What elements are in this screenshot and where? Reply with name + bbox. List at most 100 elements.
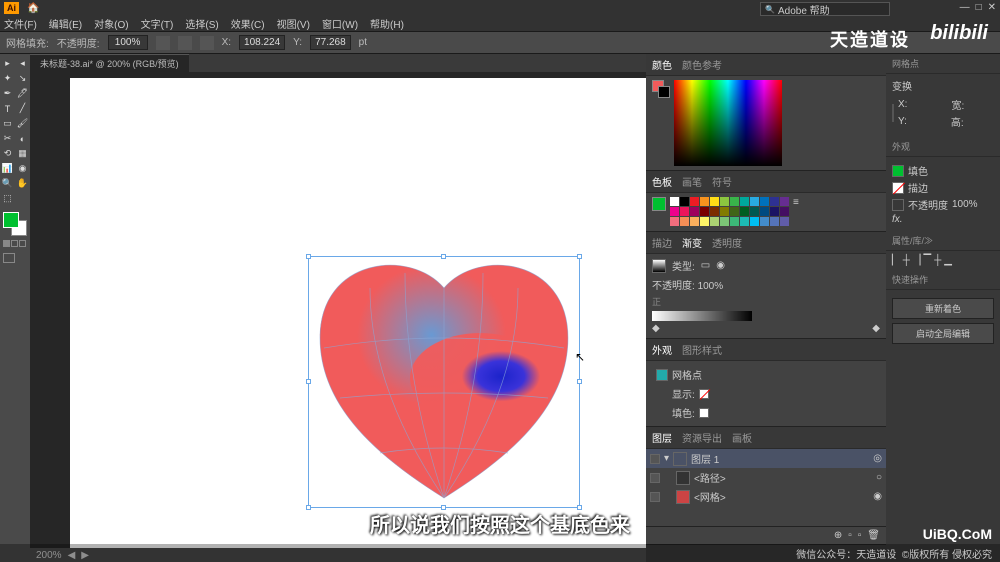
swatch[interactable] (720, 207, 729, 216)
align-icon-3[interactable] (200, 36, 214, 50)
target-icon[interactable]: ○ (876, 472, 882, 483)
fill-swatch[interactable] (3, 212, 19, 228)
selection-tool[interactable]: ▸ (0, 56, 15, 71)
swatch[interactable] (700, 207, 709, 216)
tab-color[interactable]: 颜色 (652, 57, 672, 72)
document-tab[interactable]: 未标题-38.ai* @ 200% (RGB/预览) (30, 54, 189, 72)
swatch[interactable] (680, 197, 689, 206)
align-hcenter-icon[interactable]: ┼ (903, 255, 910, 266)
swatch[interactable] (780, 217, 789, 226)
gradient-tool[interactable]: ◉ (15, 161, 30, 176)
tab-asset-export[interactable]: 资源导出 (682, 430, 722, 445)
rotate-tool[interactable]: ◐ (15, 131, 30, 146)
swatch[interactable] (690, 217, 699, 226)
appear-stroke-swatch[interactable] (699, 408, 709, 418)
tab-swatches[interactable]: 色板 (652, 174, 672, 189)
object-name[interactable]: <路径> (694, 470, 726, 485)
swatch[interactable] (780, 197, 789, 206)
prop-opacity-input[interactable]: 100% (952, 199, 978, 210)
menu-effect[interactable]: 效果(C) (231, 16, 265, 31)
align-vcenter-icon[interactable]: ┼ (934, 255, 941, 266)
close-button[interactable]: ✕ (988, 2, 996, 13)
swatch[interactable] (750, 207, 759, 216)
selection-bounding-box[interactable] (308, 256, 580, 508)
reference-point[interactable] (892, 104, 894, 122)
handle-ml[interactable] (306, 379, 311, 384)
align-icon[interactable] (156, 36, 170, 50)
color-mode-gradient[interactable] (11, 240, 18, 247)
scale-tool[interactable]: ⟲ (0, 146, 15, 161)
maximize-button[interactable]: □ (976, 2, 982, 13)
align-top-icon[interactable]: ▔ (924, 255, 932, 266)
radial-gradient-icon[interactable]: ◉ (716, 260, 725, 271)
swatch[interactable] (690, 197, 699, 206)
swatch[interactable] (720, 197, 729, 206)
tab-transparency[interactable]: 透明度 (712, 235, 742, 250)
tab-appearance[interactable]: 外观 (652, 342, 672, 357)
visibility-toggle[interactable] (650, 492, 660, 502)
swatch[interactable] (770, 217, 779, 226)
x-input[interactable]: 108.224 (239, 35, 285, 50)
home-icon[interactable]: 🏠 (27, 3, 39, 14)
handle-mr[interactable] (577, 379, 582, 384)
direct-selection-tool[interactable]: ◂ (15, 56, 30, 71)
opacity-input[interactable]: 100% (108, 35, 148, 50)
prop-opacity-swatch[interactable] (892, 199, 904, 211)
align-bottom-icon[interactable]: ▁ (944, 255, 952, 266)
swatch[interactable] (730, 217, 739, 226)
target-icon[interactable]: ◉ (873, 491, 882, 502)
color-mode-solid[interactable] (3, 240, 10, 247)
swatch[interactable] (730, 207, 739, 216)
scissors-tool[interactable]: ✂ (0, 131, 15, 146)
fx-label[interactable]: fx. (892, 214, 903, 225)
visibility-toggle[interactable] (650, 454, 660, 464)
handle-tm[interactable] (441, 254, 446, 259)
align-right-icon[interactable]: ▕ (913, 255, 921, 266)
line-tool[interactable]: ╱ (15, 101, 30, 116)
fill-stroke-swatch[interactable] (3, 212, 27, 236)
target-icon[interactable]: ◎ (873, 453, 882, 464)
mesh-tool[interactable]: ▦ (15, 146, 30, 161)
swatch[interactable] (760, 197, 769, 206)
tab-artboards[interactable]: 画板 (732, 430, 752, 445)
tab-gradient[interactable]: 渐变 (682, 235, 702, 250)
magic-wand-tool[interactable]: ✦ (0, 71, 15, 86)
swatch[interactable] (670, 217, 679, 226)
swatch[interactable] (700, 197, 709, 206)
swatch[interactable] (690, 207, 699, 216)
swatch[interactable] (760, 207, 769, 216)
swatch[interactable] (700, 217, 709, 226)
menu-edit[interactable]: 编辑(E) (49, 16, 82, 31)
menu-view[interactable]: 视图(V) (277, 16, 310, 31)
swatch[interactable] (780, 207, 789, 216)
handle-tr[interactable] (577, 254, 582, 259)
pen-tool[interactable]: ✒ (0, 86, 15, 101)
layer-name[interactable]: 图层 1 (691, 451, 719, 466)
swatch[interactable] (680, 217, 689, 226)
minimize-button[interactable]: — (960, 2, 970, 13)
y-input[interactable]: 77.268 (310, 35, 351, 50)
curvature-tool[interactable]: 🖊 (15, 86, 30, 101)
expand-icon[interactable]: ▾ (664, 453, 669, 464)
menu-type[interactable]: 文字(T) (141, 16, 174, 31)
screen-mode-icon[interactable] (3, 253, 15, 263)
search-input[interactable]: Adobe 帮助 (760, 2, 890, 16)
rectangle-tool[interactable]: ▭ (0, 116, 15, 131)
menu-window[interactable]: 窗口(W) (322, 16, 358, 31)
menu-help[interactable]: 帮助(H) (370, 16, 404, 31)
align-left-icon[interactable]: ▏ (892, 255, 900, 266)
swatch[interactable] (710, 197, 719, 206)
tab-symbols[interactable]: 符号 (712, 174, 732, 189)
lasso-tool[interactable]: ↘ (15, 71, 30, 86)
swatch-list-icon[interactable]: ≡ (793, 197, 799, 208)
gradient-thumb[interactable] (652, 259, 666, 273)
active-stroke-swatch[interactable] (658, 86, 670, 98)
gradient-ramp[interactable] (652, 311, 752, 321)
prop-stroke-swatch[interactable] (892, 182, 904, 194)
visibility-toggle[interactable] (650, 473, 660, 483)
swatch[interactable] (770, 197, 779, 206)
tab-layers[interactable]: 图层 (652, 430, 672, 445)
recolor-button[interactable]: 重新着色 (892, 298, 994, 319)
swatch[interactable] (670, 197, 679, 206)
swatch[interactable] (680, 207, 689, 216)
